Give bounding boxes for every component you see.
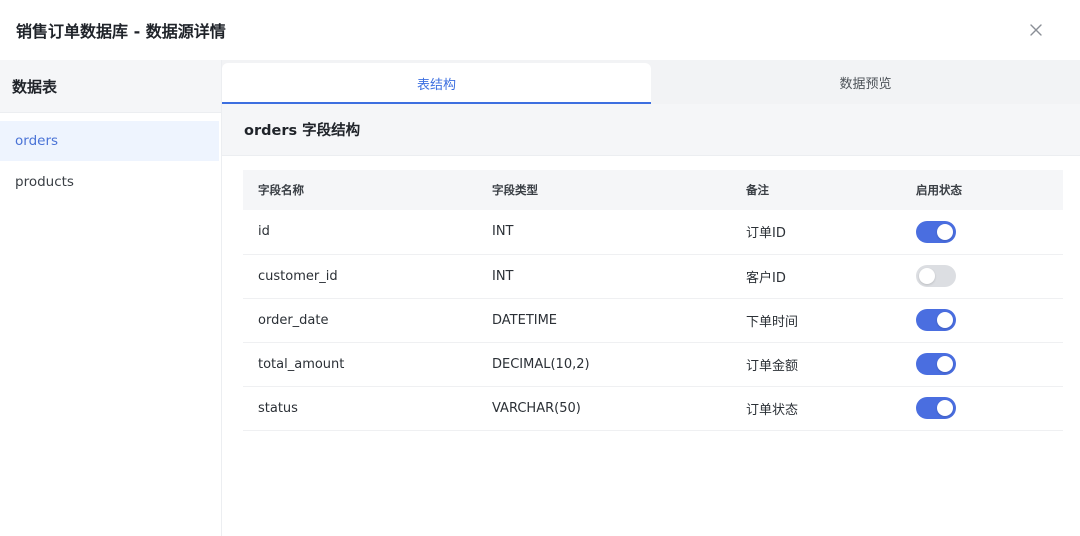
datasource-detail-dialog: 销售订单数据库 - 数据源详情 数据表 orders products 表结构 … (0, 0, 1080, 536)
column-header-field-name: 字段名称 (243, 170, 477, 210)
enabled-toggle[interactable] (916, 397, 956, 419)
tab-bar: 表结构 数据预览 (222, 60, 1080, 104)
enabled-cell (901, 298, 1063, 343)
field-type: VARCHAR(50) (477, 386, 731, 431)
tab-table-structure[interactable]: 表结构 (222, 63, 651, 104)
toggle-knob (919, 268, 935, 284)
field-note: 订单状态 (731, 386, 901, 431)
field-name: order_date (243, 298, 477, 343)
column-header-note: 备注 (731, 170, 901, 210)
sidebar: 数据表 orders products (0, 60, 222, 536)
field-type: DATETIME (477, 298, 731, 343)
enabled-toggle[interactable] (916, 265, 956, 287)
toggle-knob (937, 312, 953, 328)
enabled-cell (901, 254, 1063, 299)
toggle-knob (937, 223, 953, 240)
field-type: INT (477, 210, 731, 255)
column-header-enabled: 启用状态 (901, 170, 1063, 210)
enabled-toggle[interactable] (916, 309, 956, 331)
toggle-knob (937, 356, 953, 372)
column-header-field-type: 字段类型 (477, 170, 731, 210)
close-button[interactable] (1024, 18, 1048, 42)
main-panel: 表结构 数据预览 orders 字段结构 字段名称 字段类型 备注 启用状态 i… (222, 60, 1080, 536)
section-title: orders 字段结构 (222, 104, 1080, 156)
field-table: 字段名称 字段类型 备注 启用状态 id INT 订单ID customer_i… (243, 170, 1063, 431)
field-name: status (243, 386, 477, 431)
dialog-header: 销售订单数据库 - 数据源详情 (0, 0, 1080, 60)
field-type: DECIMAL(10,2) (477, 342, 731, 387)
enabled-toggle[interactable] (916, 353, 956, 375)
tab-data-preview[interactable]: 数据预览 (651, 60, 1080, 104)
field-note: 订单ID (731, 210, 901, 255)
table-row: order_date DATETIME 下单时间 (243, 298, 1063, 343)
sidebar-item-orders[interactable]: orders (0, 121, 219, 161)
table-list: orders products (0, 113, 221, 202)
sidebar-item-products[interactable]: products (0, 162, 219, 202)
field-name: customer_id (243, 254, 477, 299)
enabled-cell (901, 342, 1063, 387)
enabled-toggle[interactable] (916, 220, 956, 243)
field-type: INT (477, 254, 731, 299)
close-icon (1030, 24, 1042, 36)
dialog-title: 销售订单数据库 - 数据源详情 (16, 22, 226, 41)
field-name: id (243, 210, 477, 255)
toggle-knob (937, 400, 953, 416)
field-note: 订单金额 (731, 342, 901, 387)
table-row: total_amount DECIMAL(10,2) 订单金额 (243, 342, 1063, 387)
table-row: customer_id INT 客户ID (243, 254, 1063, 299)
enabled-cell (901, 210, 1063, 255)
table-row: status VARCHAR(50) 订单状态 (243, 386, 1063, 431)
field-note: 下单时间 (731, 298, 901, 343)
enabled-cell (901, 386, 1063, 431)
table-header-row: 字段名称 字段类型 备注 启用状态 (243, 170, 1063, 210)
field-note: 客户ID (731, 254, 901, 299)
sidebar-header: 数据表 (0, 60, 221, 113)
field-name: total_amount (243, 342, 477, 387)
table-row: id INT 订单ID (243, 210, 1063, 255)
